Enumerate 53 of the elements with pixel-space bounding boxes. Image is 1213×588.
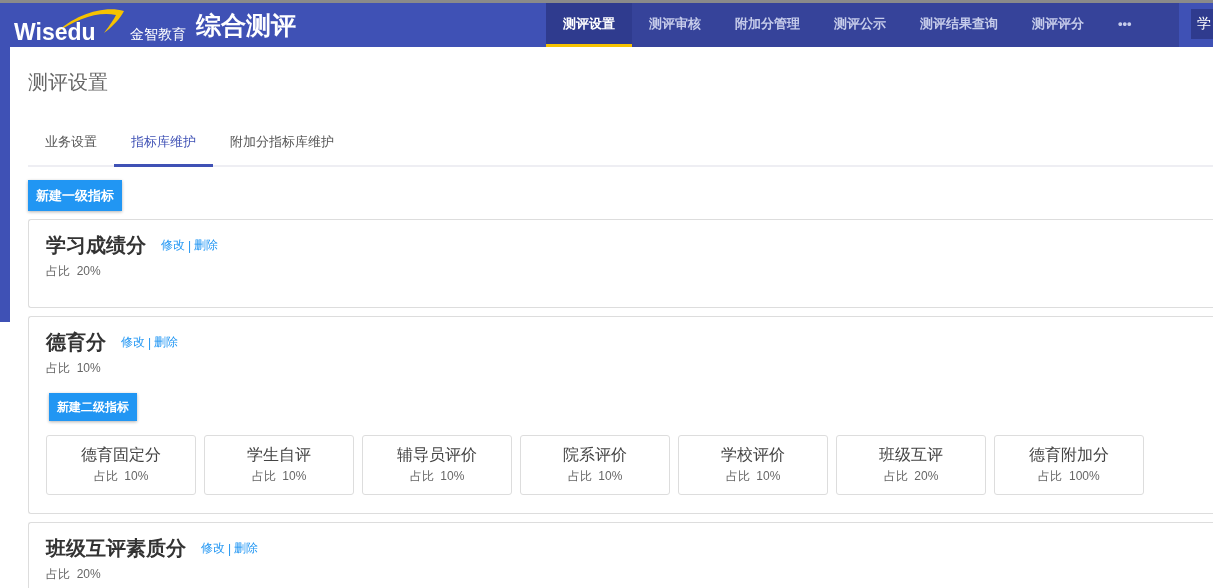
new-indicator-button[interactable]: 新建一级指标 <box>28 180 122 211</box>
sub-indicator-name: 院系评价 <box>563 445 627 465</box>
sub-indicator-name: 德育固定分 <box>81 445 161 465</box>
delete-link[interactable]: 删除 <box>234 540 259 557</box>
sub-indicator-ratio: 占比 10% <box>93 468 149 485</box>
delete-link[interactable]: 删除 <box>194 237 219 254</box>
ratio-text: 占比 10% <box>46 360 102 377</box>
tab[interactable]: 附加分指标库维护 <box>213 133 351 167</box>
ratio-text: 占比 20% <box>46 566 102 583</box>
nav-item[interactable]: 测评审核 <box>632 3 718 47</box>
sub-indicator-name: 学生自评 <box>247 445 311 465</box>
sub-indicator-card[interactable]: 学生自评 占比 10% <box>204 435 354 495</box>
sub-indicator-card[interactable]: 德育固定分 占比 10% <box>46 435 196 495</box>
app-title: 综合测评 <box>196 10 296 41</box>
page-title: 测评设置 <box>28 70 109 95</box>
sub-indicator-name: 德育附加分 <box>1029 445 1109 465</box>
sub-indicator-name: 辅导员评价 <box>397 445 477 465</box>
sub-indicator-ratio: 占比 20% <box>883 468 939 485</box>
delete-link[interactable]: 删除 <box>154 334 179 351</box>
user-button[interactable]: 学 <box>1191 9 1213 39</box>
nav-item[interactable]: 测评公示 <box>817 3 903 47</box>
separator: | <box>188 238 192 253</box>
sub-indicator-ratio: 占比 10% <box>409 468 465 485</box>
separator: | <box>228 541 232 556</box>
edit-link[interactable]: 修改 <box>161 237 185 254</box>
new-sub-indicator-button[interactable]: 新建二级指标 <box>49 393 137 421</box>
logo: Wisedu <box>12 3 124 47</box>
separator: | <box>148 335 152 350</box>
indicator-name: 学习成绩分 <box>46 233 146 258</box>
sub-indicator-card[interactable]: 辅导员评价 占比 10% <box>362 435 512 495</box>
nav-item[interactable]: ••• <box>1101 3 1149 47</box>
nav-item[interactable]: 测评结果查询 <box>903 3 1015 47</box>
sub-indicator-card[interactable]: 德育附加分 占比 100% <box>994 435 1144 495</box>
nav-item[interactable]: 测评评分 <box>1015 3 1101 47</box>
logo-subtitle: 金智教育 <box>130 26 186 44</box>
edit-link[interactable]: 修改 <box>201 540 225 557</box>
sub-indicator-name: 班级互评 <box>879 445 943 465</box>
sub-indicator-name: 学校评价 <box>721 445 785 465</box>
sub-indicator-card[interactable]: 学校评价 占比 10% <box>678 435 828 495</box>
indicator-name: 德育分 <box>46 330 106 355</box>
tab[interactable]: 业务设置 <box>28 133 114 167</box>
nav-item[interactable]: 测评设置 <box>546 3 632 47</box>
sub-indicator-ratio: 占比 100% <box>1038 468 1100 485</box>
sub-indicator-ratio: 占比 10% <box>567 468 623 485</box>
indicator-name: 班级互评素质分 <box>46 536 186 561</box>
tab[interactable]: 指标库维护 <box>114 133 213 167</box>
nav-item[interactable]: 附加分管理 <box>718 3 817 47</box>
sub-indicator-ratio: 占比 10% <box>725 468 781 485</box>
edit-link[interactable]: 修改 <box>121 334 145 351</box>
sub-indicator-ratio: 占比 10% <box>251 468 307 485</box>
sub-indicator-card[interactable]: 院系评价 占比 10% <box>520 435 670 495</box>
sub-indicator-card[interactable]: 班级互评 占比 20% <box>836 435 986 495</box>
ratio-text: 占比 20% <box>46 263 102 280</box>
